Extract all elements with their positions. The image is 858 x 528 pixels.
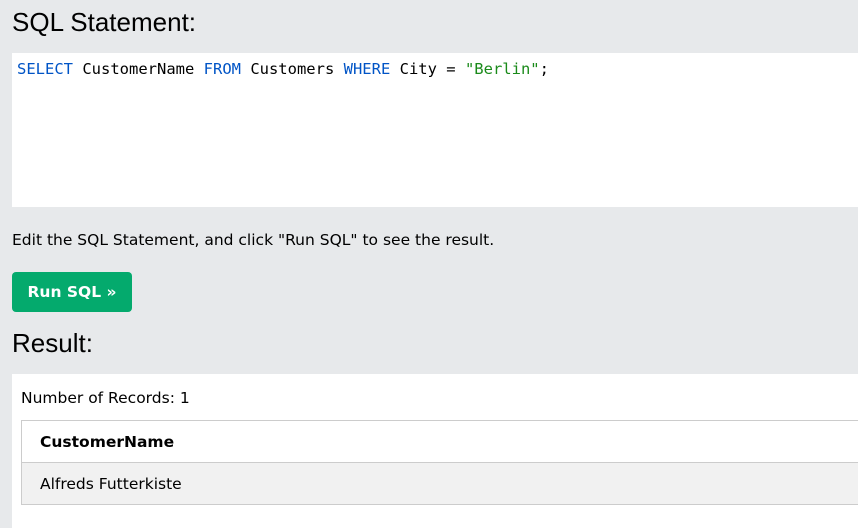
sql-keyword-from: FROM [203,60,241,78]
record-count: Number of Records: 1 [21,389,190,407]
sql-column-name: CustomerName [73,60,204,78]
sql-editor[interactable]: SELECT CustomerName FROM Customers WHERE… [12,53,858,207]
sql-tryit-page: SQL Statement: SELECT CustomerName FROM … [0,0,858,528]
table-cell: Alfreds Futterkiste [21,462,858,505]
sql-keyword-where: WHERE [343,60,391,78]
sql-statement-heading: SQL Statement: [12,7,197,37]
sql-condition: City = [390,60,465,78]
sql-terminator: ; [539,60,549,78]
result-heading: Result: [12,328,93,358]
result-table: CustomerName Alfreds Futterkiste [21,420,858,505]
sql-string-value: "Berlin" [464,60,540,78]
sql-keyword-select: SELECT [17,60,73,78]
instructions-text: Edit the SQL Statement, and click "Run S… [12,231,495,249]
table-header-row: CustomerName [21,420,858,463]
result-panel: Number of Records: 1 CustomerName Alfred… [12,374,858,528]
sql-table-name: Customers [240,60,344,78]
run-sql-button[interactable]: Run SQL » [12,272,132,312]
column-header-customername: CustomerName [21,420,858,463]
table-row: Alfreds Futterkiste [21,462,858,505]
